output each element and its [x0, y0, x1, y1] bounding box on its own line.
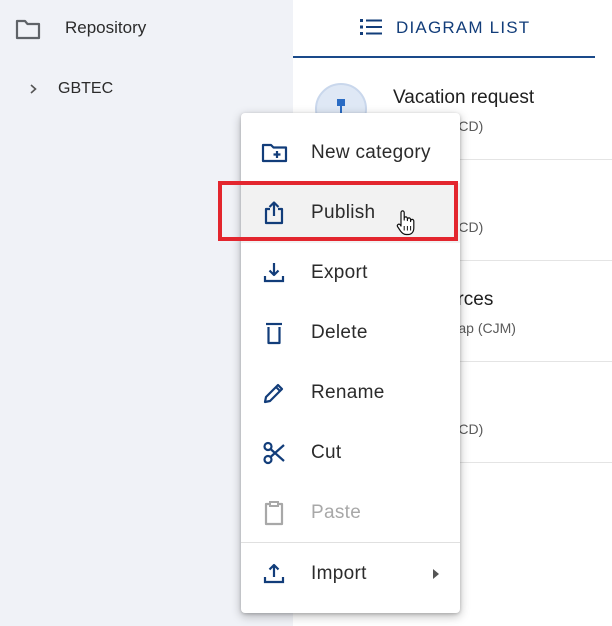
- menu-item-label: Cut: [311, 442, 342, 463]
- repository-label: Repository: [65, 18, 147, 37]
- chevron-right-icon[interactable]: [27, 82, 39, 96]
- menu-divider: [241, 542, 460, 543]
- menu-item-label: New category: [311, 142, 431, 163]
- tree-item-gbtec[interactable]: GBTEC: [0, 72, 293, 108]
- scissors-icon: [263, 441, 285, 465]
- hand-cursor-icon: [396, 210, 415, 236]
- tab-label: DIAGRAM LIST: [396, 18, 531, 37]
- folder-add-icon: [261, 143, 288, 163]
- folder-icon: [15, 19, 41, 40]
- menu-item-rename[interactable]: Rename: [241, 363, 460, 423]
- menu-item-label: Rename: [311, 382, 385, 403]
- repository-header[interactable]: Repository: [0, 0, 293, 58]
- menu-item-label: Paste: [311, 502, 362, 523]
- menu-item-new-category[interactable]: New category: [241, 123, 460, 183]
- menu-item-cut[interactable]: Cut: [241, 423, 460, 483]
- tree-item-label: GBTEC: [58, 80, 114, 97]
- menu-item-label: Delete: [311, 322, 368, 343]
- menu-item-export[interactable]: Export: [241, 243, 460, 303]
- tab-diagram-list[interactable]: DIAGRAM LIST: [293, 0, 595, 58]
- menu-item-label: Import: [311, 563, 367, 584]
- highlight-box: [218, 181, 458, 241]
- clipboard-icon: [264, 501, 284, 526]
- menu-item-import[interactable]: Import: [241, 544, 460, 604]
- submenu-arrow-icon: [433, 569, 439, 579]
- list-icon: [360, 19, 382, 35]
- menu-item-delete[interactable]: Delete: [241, 303, 460, 363]
- menu-item-paste[interactable]: Paste: [241, 483, 460, 543]
- export-icon: [263, 263, 285, 283]
- menu-item-label: Export: [311, 262, 368, 283]
- diagram-title: Vacation request: [393, 87, 535, 108]
- pencil-icon: [263, 383, 284, 404]
- import-icon: [263, 563, 285, 584]
- delete-icon: [266, 322, 282, 345]
